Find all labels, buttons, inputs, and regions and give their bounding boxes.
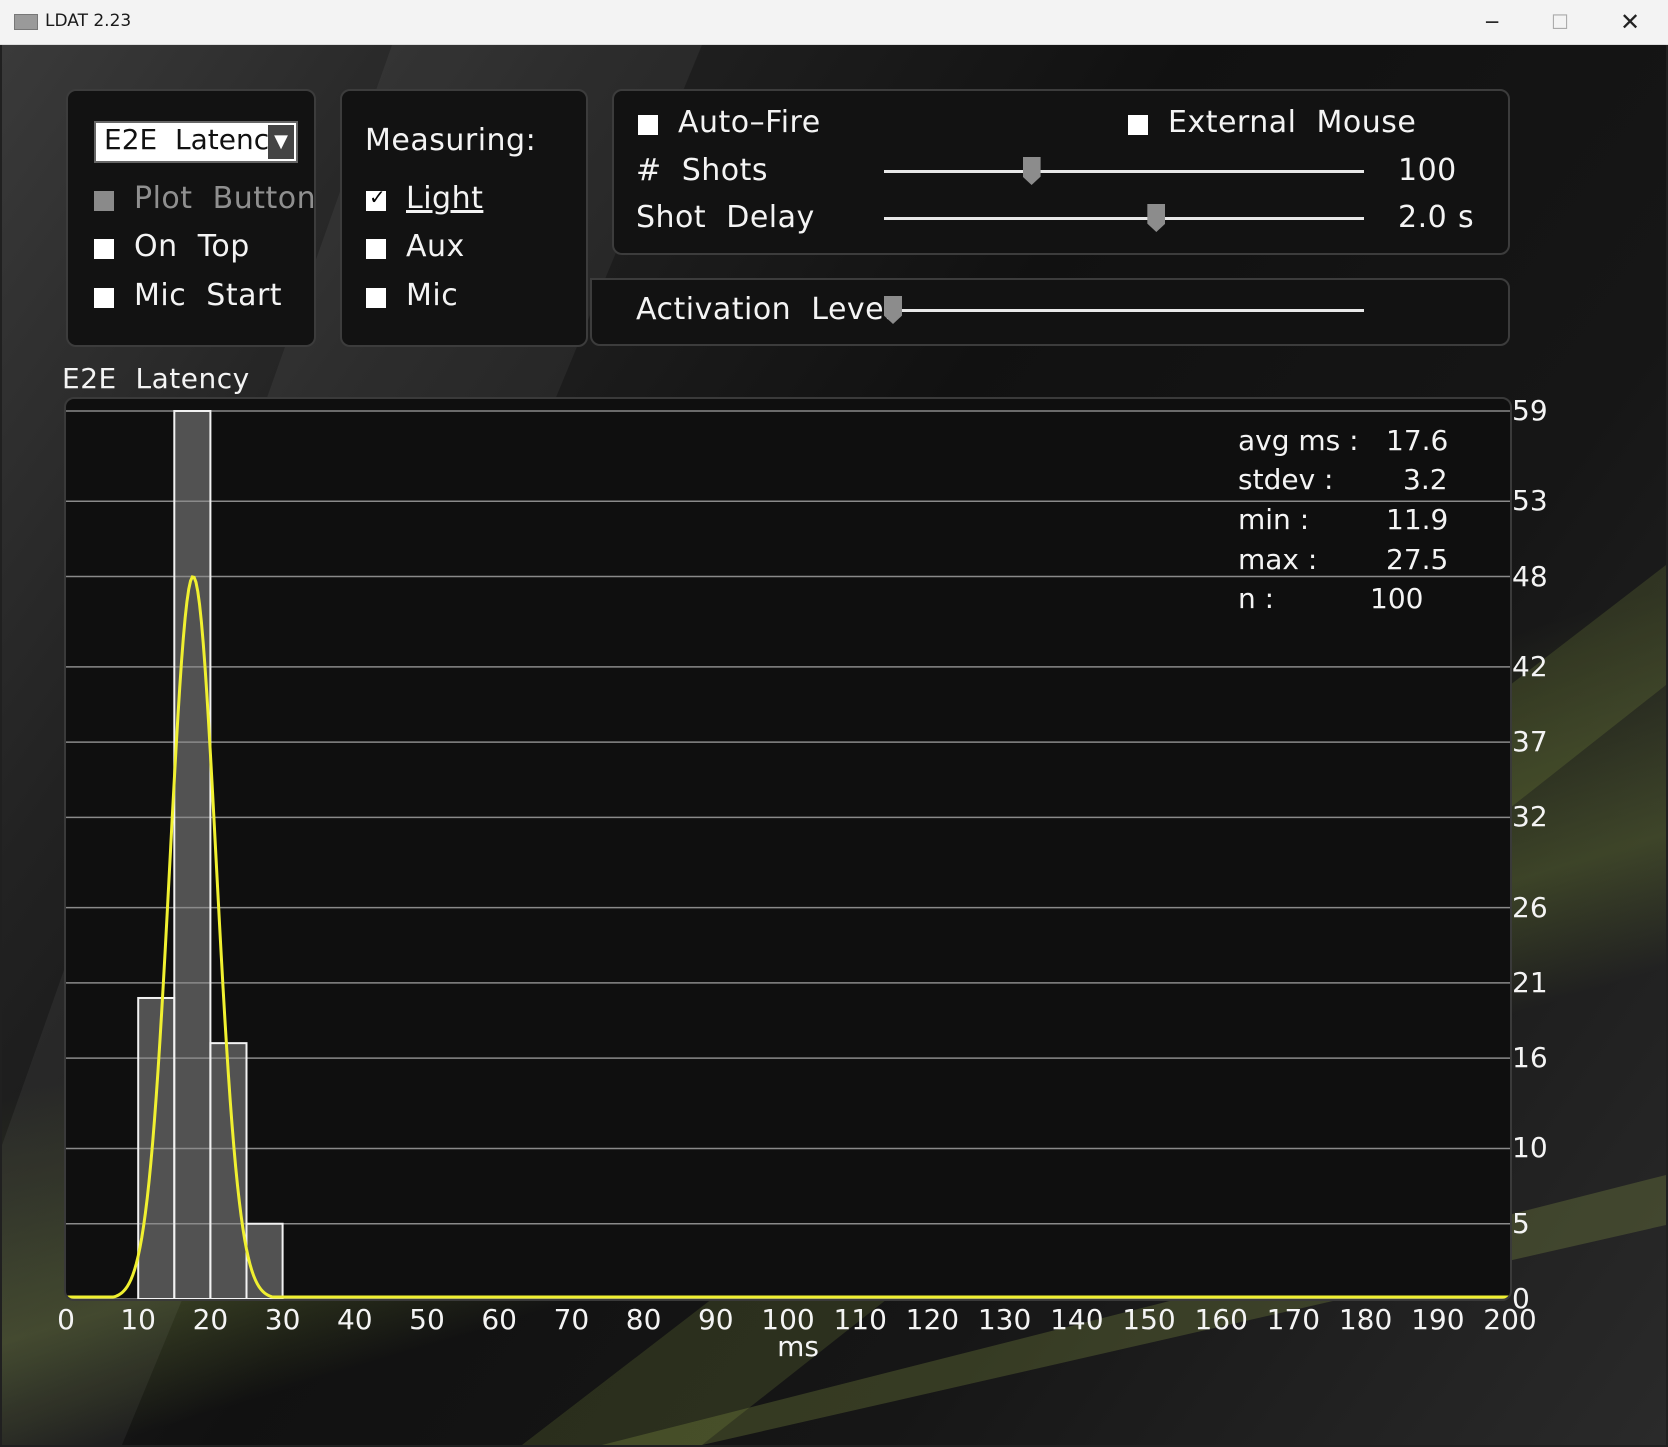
y-tick-label: 37 <box>1512 725 1548 759</box>
app-window: LDAT 2.23 ─ ☐ ✕ E2E Latency ▼ Plot Butto… <box>0 0 1668 1447</box>
max-value: 27.5 <box>1386 543 1449 576</box>
on-top-checkbox[interactable] <box>94 239 114 259</box>
shot-delay-unit: s <box>1458 200 1475 235</box>
x-tick-label: 170 <box>1266 1303 1321 1336</box>
minimize-button[interactable]: ─ <box>1458 0 1526 44</box>
x-tick-label: 160 <box>1194 1303 1248 1336</box>
x-tick-label: 180 <box>1338 1303 1393 1336</box>
min-value: 11.9 <box>1386 503 1449 536</box>
measuring-heading: Measuring: <box>365 123 537 158</box>
y-tick-label: 5 <box>1512 1206 1530 1240</box>
y-tick-label: 32 <box>1512 800 1548 834</box>
x-tick-label: 90 <box>697 1303 734 1336</box>
x-tick-label: 80 <box>625 1303 662 1336</box>
x-tick-label: 10 <box>120 1303 157 1336</box>
x-tick-label: 130 <box>977 1303 1032 1336</box>
mic-start-checkbox[interactable] <box>94 288 114 308</box>
fit-curve <box>66 575 1510 1299</box>
x-tick-label: 50 <box>409 1303 445 1336</box>
shot-delay-value: 2.0 <box>1398 200 1448 235</box>
y-tick-label: 42 <box>1512 649 1548 683</box>
app-icon <box>14 14 38 30</box>
histogram-bar <box>137 996 176 1299</box>
shots-value: 100 <box>1398 153 1457 188</box>
y-tick-label: 10 <box>1512 1131 1548 1165</box>
mic-label[interactable]: Mic <box>406 278 458 313</box>
aux-label[interactable]: Aux <box>406 229 465 264</box>
n-label: n : <box>1238 582 1275 615</box>
shot-delay-slider-track[interactable] <box>884 217 1364 220</box>
n-value: 100 <box>1370 582 1424 615</box>
plot-title: E2E Latency <box>62 362 250 395</box>
plot-button-checkbox <box>94 191 114 211</box>
x-tick-label: 0 <box>57 1303 75 1336</box>
max-label: max : <box>1238 543 1318 576</box>
light-label[interactable]: Light <box>406 181 483 216</box>
x-tick-label: 200 <box>1483 1303 1537 1336</box>
y-tick-label: 26 <box>1512 890 1548 924</box>
chevron-down-icon[interactable]: ▼ <box>268 125 294 159</box>
histogram-bar <box>245 1222 284 1299</box>
mode-select[interactable]: E2E Latency ▼ <box>94 121 298 163</box>
stdev-value: 3.2 <box>1403 463 1448 496</box>
checkmark-icon: ✓ <box>369 185 386 209</box>
y-tick-label: 59 <box>1512 394 1548 427</box>
x-tick-label: 60 <box>481 1303 518 1336</box>
external-mouse-checkbox[interactable] <box>1128 115 1148 135</box>
shot-delay-label: Shot Delay <box>636 200 815 235</box>
activation-level-label: Activation Level <box>636 292 893 327</box>
close-button[interactable]: ✕ <box>1596 0 1664 44</box>
light-checkbox[interactable]: ✓ <box>366 185 386 211</box>
y-tick-label: 21 <box>1512 965 1548 999</box>
y-tick-label: 48 <box>1512 559 1548 593</box>
x-tick-label: 190 <box>1411 1303 1465 1336</box>
title-bar[interactable]: LDAT 2.23 ─ ☐ ✕ <box>0 0 1668 45</box>
auto-fire-checkbox[interactable] <box>638 115 658 135</box>
min-label: min : <box>1238 503 1310 536</box>
shots-label: # Shots <box>636 153 769 188</box>
shots-slider-track[interactable] <box>884 170 1364 173</box>
mode-select-value: E2E Latency <box>104 123 286 156</box>
x-tick-label: 20 <box>192 1303 229 1336</box>
aux-checkbox[interactable] <box>366 239 386 259</box>
x-tick-label: 140 <box>1050 1303 1104 1336</box>
x-axis-label: ms <box>777 1330 819 1363</box>
x-tick-label: 110 <box>833 1303 887 1336</box>
external-mouse-label[interactable]: External Mouse <box>1168 105 1416 140</box>
x-tick-label: 30 <box>264 1303 301 1336</box>
avg-value: 17.6 <box>1386 424 1449 457</box>
window-title: LDAT 2.23 <box>45 11 132 31</box>
x-tick-label: 120 <box>905 1303 960 1336</box>
on-top-label[interactable]: On Top <box>134 229 250 264</box>
auto-fire-label[interactable]: Auto–Fire <box>678 105 821 140</box>
x-tick-label: 40 <box>336 1303 373 1336</box>
x-tick-label: 70 <box>553 1303 590 1336</box>
y-tick-label: 53 <box>1512 484 1548 518</box>
stdev-label: stdev : <box>1238 463 1334 496</box>
mic-start-label[interactable]: Mic Start <box>134 278 282 313</box>
avg-label: avg ms : <box>1238 424 1359 457</box>
plot-button-label: Plot Button <box>134 181 317 216</box>
y-tick-label: 16 <box>1512 1041 1548 1075</box>
mic-checkbox[interactable] <box>366 288 386 308</box>
activation-slider-track[interactable] <box>884 309 1364 312</box>
histogram-bar <box>173 410 212 1299</box>
maximize-button[interactable]: ☐ <box>1526 0 1594 44</box>
x-tick-label: 150 <box>1122 1303 1176 1336</box>
